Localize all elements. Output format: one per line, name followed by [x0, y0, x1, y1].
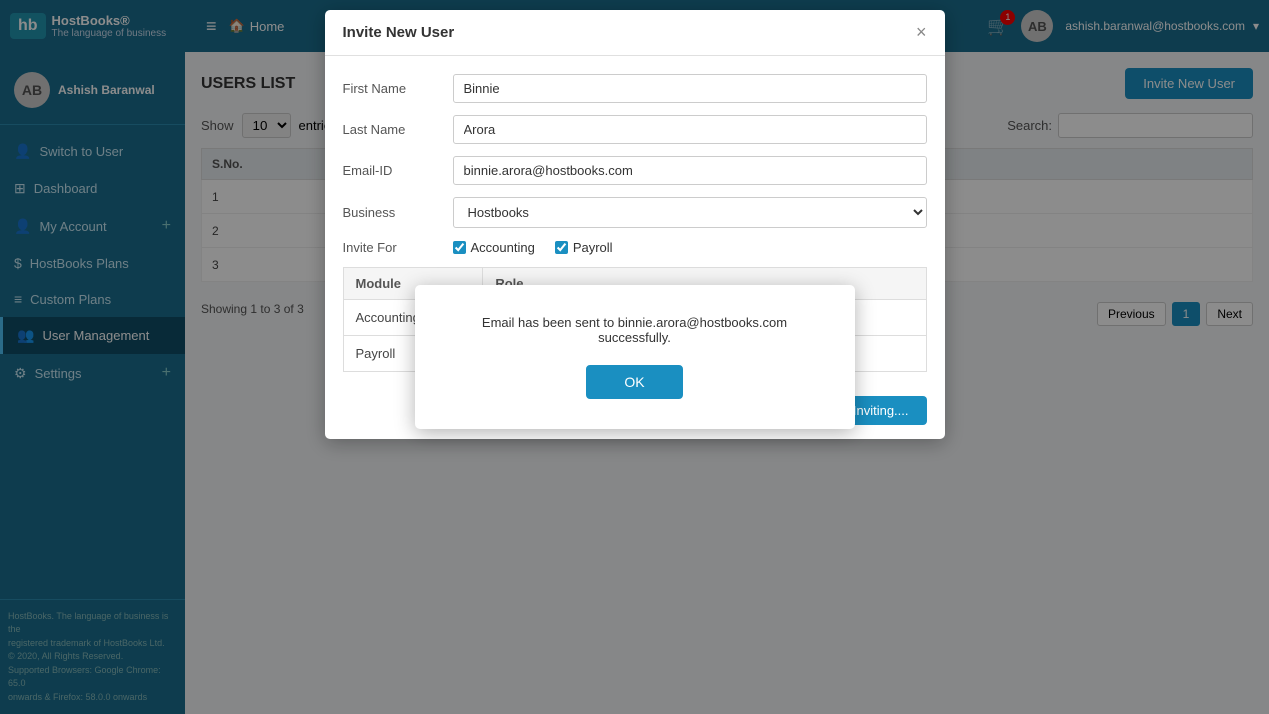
- alert-ok-button[interactable]: OK: [586, 365, 682, 399]
- alert-overlay: Email has been sent to binnie.arora@host…: [0, 0, 1269, 714]
- alert-message: Email has been sent to binnie.arora@host…: [455, 315, 815, 345]
- alert-box: Email has been sent to binnie.arora@host…: [415, 285, 855, 429]
